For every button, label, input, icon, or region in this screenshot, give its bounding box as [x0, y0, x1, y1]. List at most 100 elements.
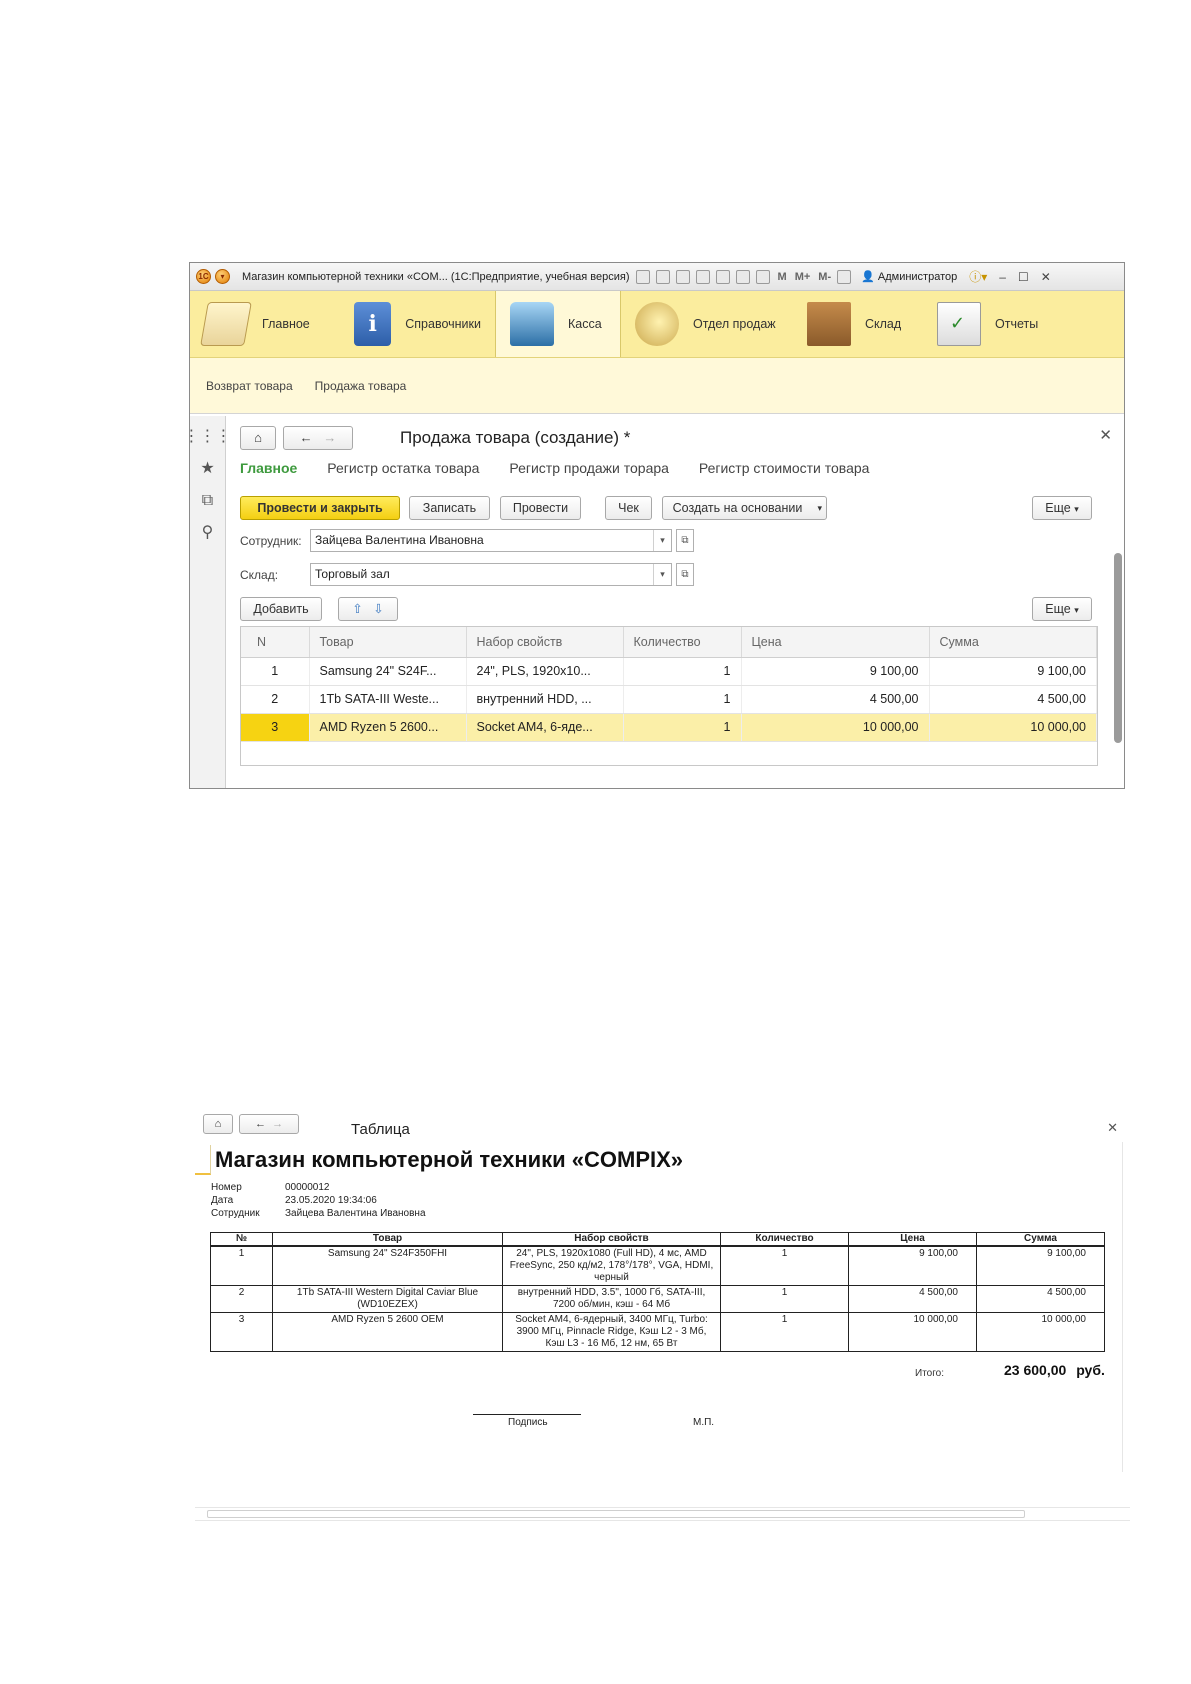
- calendar-icon[interactable]: [755, 269, 770, 284]
- cell-product[interactable]: Samsung 24" S24F...: [309, 657, 467, 686]
- column-header[interactable]: Товар: [309, 627, 467, 658]
- home-button[interactable]: ⌂: [240, 426, 276, 450]
- table-row-selected[interactable]: 3 AMD Ryzen 5 2600... Socket AM4, 6-яде.…: [241, 713, 1097, 742]
- cell-sum[interactable]: 9 100,00: [929, 657, 1097, 686]
- move-rows-buttons[interactable]: ⇧ ⇩: [338, 597, 398, 621]
- signature-label: Подпись: [508, 1417, 548, 1428]
- open-icon[interactable]: ⧉: [676, 529, 694, 552]
- cell-quantity[interactable]: 1: [623, 713, 742, 742]
- column-header[interactable]: Набор свойств: [466, 627, 624, 658]
- column-header: Цена: [848, 1232, 977, 1247]
- section-label: Главное: [262, 317, 310, 331]
- section-sales[interactable]: Отдел продаж: [621, 291, 793, 357]
- horizontal-scrollbar[interactable]: [195, 1507, 1130, 1521]
- more-button[interactable]: Еще ▾: [1032, 496, 1092, 520]
- minimize-button[interactable]: –: [999, 270, 1006, 284]
- column-header[interactable]: Сумма: [929, 627, 1097, 658]
- cell-quantity[interactable]: 1: [623, 657, 742, 686]
- save-icon[interactable]: [635, 269, 650, 284]
- vertical-scrollbar[interactable]: [1114, 533, 1122, 763]
- post-button[interactable]: Провести: [500, 496, 581, 520]
- cell-properties[interactable]: внутренний HDD, ...: [466, 685, 624, 714]
- create-based-on-button[interactable]: Создать на основании ▾: [662, 496, 827, 520]
- signature-line: [473, 1414, 581, 1415]
- cell-quantity[interactable]: 1: [623, 685, 742, 714]
- favorites-icon[interactable]: [695, 269, 710, 284]
- vertical-scrollbar[interactable]: [1122, 1142, 1130, 1472]
- work-area: ⋮⋮⋮ ★ ⧉ ⚲ ⌂ ← → Продажа товара (создание…: [184, 416, 1124, 788]
- maximize-button[interactable]: ☐: [1018, 270, 1029, 284]
- warehouse-field[interactable]: Торговый зал ▾: [310, 563, 672, 586]
- forward-arrow-icon[interactable]: →: [323, 430, 336, 445]
- section-reports[interactable]: Отчеты: [923, 291, 1063, 357]
- search-icon[interactable]: ⚲: [202, 520, 214, 552]
- cell-n[interactable]: 2: [241, 685, 310, 714]
- table-row[interactable]: 2 1Tb SATA-III Weste... внутренний HDD, …: [241, 685, 1097, 714]
- cell-product[interactable]: AMD Ryzen 5 2600...: [309, 713, 467, 742]
- main-menu-icon[interactable]: ▾: [215, 269, 230, 284]
- scrollbar-thumb[interactable]: [1114, 553, 1122, 743]
- nav-link-return[interactable]: Возврат товара: [206, 379, 293, 393]
- section-catalogs[interactable]: i Справочники: [340, 291, 495, 357]
- post-and-close-button[interactable]: Провести и закрыть: [240, 496, 400, 520]
- info-icon[interactable]: ⓘ▾: [969, 268, 987, 285]
- memory-button[interactable]: M: [778, 271, 787, 283]
- tab-stock-register[interactable]: Регистр остатка товара: [327, 460, 479, 476]
- move-up-icon[interactable]: ⇧: [352, 602, 362, 616]
- star-icon[interactable]: ★: [200, 456, 214, 488]
- cell-n[interactable]: 1: [241, 657, 310, 686]
- preview-icon[interactable]: [675, 269, 690, 284]
- open-icon[interactable]: ⧉: [676, 563, 694, 586]
- column-header: Сумма: [976, 1232, 1105, 1247]
- cell-sum[interactable]: 4 500,00: [929, 685, 1097, 714]
- dropdown-icon[interactable]: ▾: [653, 564, 671, 585]
- cell-price[interactable]: 10 000,00: [741, 713, 930, 742]
- panels-icon[interactable]: [837, 269, 852, 284]
- cell-properties[interactable]: Socket AM4, 6-яде...: [466, 713, 624, 742]
- user-name[interactable]: 👤 Администратор: [861, 270, 957, 283]
- cell-n[interactable]: 3: [241, 713, 310, 742]
- forward-arrow-icon[interactable]: →: [272, 1118, 283, 1130]
- cell-price[interactable]: 4 500,00: [741, 685, 930, 714]
- grid-menu-icon[interactable]: ⋮⋮⋮: [184, 424, 232, 456]
- back-forward-buttons[interactable]: ← →: [283, 426, 353, 450]
- dropdown-icon[interactable]: ▾: [653, 530, 671, 551]
- column-header[interactable]: N: [241, 627, 310, 658]
- calculator-icon[interactable]: [735, 269, 750, 284]
- app-logo-icon[interactable]: 1С: [196, 269, 211, 284]
- section-warehouse[interactable]: Склад: [793, 291, 923, 357]
- column-header[interactable]: Количество: [623, 627, 742, 658]
- move-down-icon[interactable]: ⇩: [373, 602, 383, 616]
- close-icon[interactable]: ✕: [1107, 1120, 1118, 1136]
- employee-field[interactable]: Зайцева Валентина Ивановна ▾: [310, 529, 672, 552]
- back-arrow-icon[interactable]: ←: [255, 1118, 266, 1130]
- cell-product[interactable]: 1Tb SATA-III Weste...: [309, 685, 467, 714]
- receipt-button[interactable]: Чек: [605, 496, 652, 520]
- section-main[interactable]: Главное: [190, 291, 340, 357]
- memory-minus-button[interactable]: M-: [818, 271, 831, 283]
- close-window-button[interactable]: ✕: [1041, 270, 1051, 284]
- nav-link-sale[interactable]: Продажа товара: [315, 379, 407, 393]
- cell-n: 3: [210, 1311, 273, 1352]
- tab-main[interactable]: Главное: [240, 460, 297, 476]
- tab-cost-register[interactable]: Регистр стоимости товара: [699, 460, 870, 476]
- cell-properties[interactable]: 24", PLS, 1920x10...: [466, 657, 624, 686]
- print-icon[interactable]: [655, 269, 670, 284]
- more-table-button[interactable]: Еще ▾: [1032, 597, 1092, 621]
- link-icon[interactable]: [715, 269, 730, 284]
- section-cash[interactable]: Касса: [495, 291, 621, 357]
- add-row-button[interactable]: Добавить: [240, 597, 322, 621]
- column-header[interactable]: Цена: [741, 627, 930, 658]
- cell-sum[interactable]: 10 000,00: [929, 713, 1097, 742]
- history-icon[interactable]: ⧉: [202, 488, 213, 520]
- back-arrow-icon[interactable]: ←: [300, 430, 313, 445]
- back-forward-buttons[interactable]: ← →: [239, 1114, 299, 1134]
- memory-plus-button[interactable]: M+: [795, 271, 811, 283]
- close-form-icon[interactable]: ✕: [1099, 426, 1112, 444]
- tab-sales-register[interactable]: Регистр продажи торара: [509, 460, 669, 476]
- write-button[interactable]: Записать: [409, 496, 490, 520]
- table-row[interactable]: 1 Samsung 24" S24F... 24", PLS, 1920x10.…: [241, 657, 1097, 686]
- cell-price[interactable]: 9 100,00: [741, 657, 930, 686]
- home-button[interactable]: ⌂: [203, 1114, 233, 1134]
- scrollbar-thumb[interactable]: [207, 1510, 1025, 1518]
